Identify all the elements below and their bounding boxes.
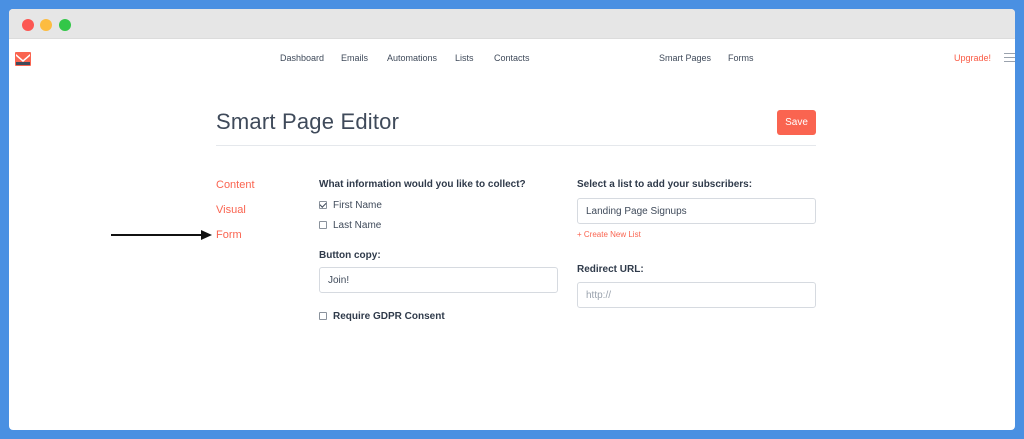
list-heading: Select a list to add your subscribers: <box>577 179 753 190</box>
collect-heading: What information would you like to colle… <box>319 179 526 190</box>
top-navbar: Dashboard Emails Automations Lists Conta… <box>9 39 1015 77</box>
title-divider <box>216 145 816 146</box>
button-copy-input[interactable] <box>319 267 558 293</box>
page-title: Smart Page Editor <box>216 109 400 134</box>
browser-window: Dashboard Emails Automations Lists Conta… <box>9 9 1015 430</box>
nav-forms[interactable]: Forms <box>728 53 754 63</box>
nav-lists[interactable]: Lists <box>455 53 474 63</box>
last-name-label: Last Name <box>333 219 382 231</box>
redirect-url-input[interactable] <box>577 282 816 308</box>
first-name-checkbox[interactable] <box>319 201 327 209</box>
nav-dashboard[interactable]: Dashboard <box>280 53 324 63</box>
first-name-option[interactable]: First Name <box>319 199 382 211</box>
first-name-label: First Name <box>333 199 382 211</box>
list-select[interactable] <box>577 198 816 224</box>
gdpr-label: Require GDPR Consent <box>333 310 445 322</box>
minimize-window-button[interactable] <box>40 19 52 31</box>
maximize-window-button[interactable] <box>59 19 71 31</box>
nav-emails[interactable]: Emails <box>341 53 368 63</box>
button-copy-heading: Button copy: <box>319 250 381 261</box>
app-logo-icon[interactable] <box>15 52 31 66</box>
save-button[interactable]: Save <box>777 110 816 135</box>
sidebar-item-form[interactable]: Form <box>216 229 242 241</box>
last-name-option[interactable]: Last Name <box>319 219 381 231</box>
pointer-arrow-icon <box>111 230 212 240</box>
close-window-button[interactable] <box>22 19 34 31</box>
last-name-checkbox[interactable] <box>319 221 327 229</box>
window-titlebar <box>9 9 1015 39</box>
sidebar-item-content[interactable]: Content <box>216 179 255 191</box>
create-new-list-link[interactable]: + Create New List <box>577 230 641 239</box>
nav-contacts[interactable]: Contacts <box>494 53 530 63</box>
nav-automations[interactable]: Automations <box>387 53 437 63</box>
redirect-heading: Redirect URL: <box>577 264 644 275</box>
sidebar-item-visual[interactable]: Visual <box>216 204 246 216</box>
menu-icon[interactable] <box>1004 53 1015 63</box>
gdpr-option[interactable]: Require GDPR Consent <box>319 310 445 322</box>
nav-smart-pages[interactable]: Smart Pages <box>659 53 711 63</box>
gdpr-checkbox[interactable] <box>319 312 327 320</box>
upgrade-link[interactable]: Upgrade! <box>954 53 991 63</box>
